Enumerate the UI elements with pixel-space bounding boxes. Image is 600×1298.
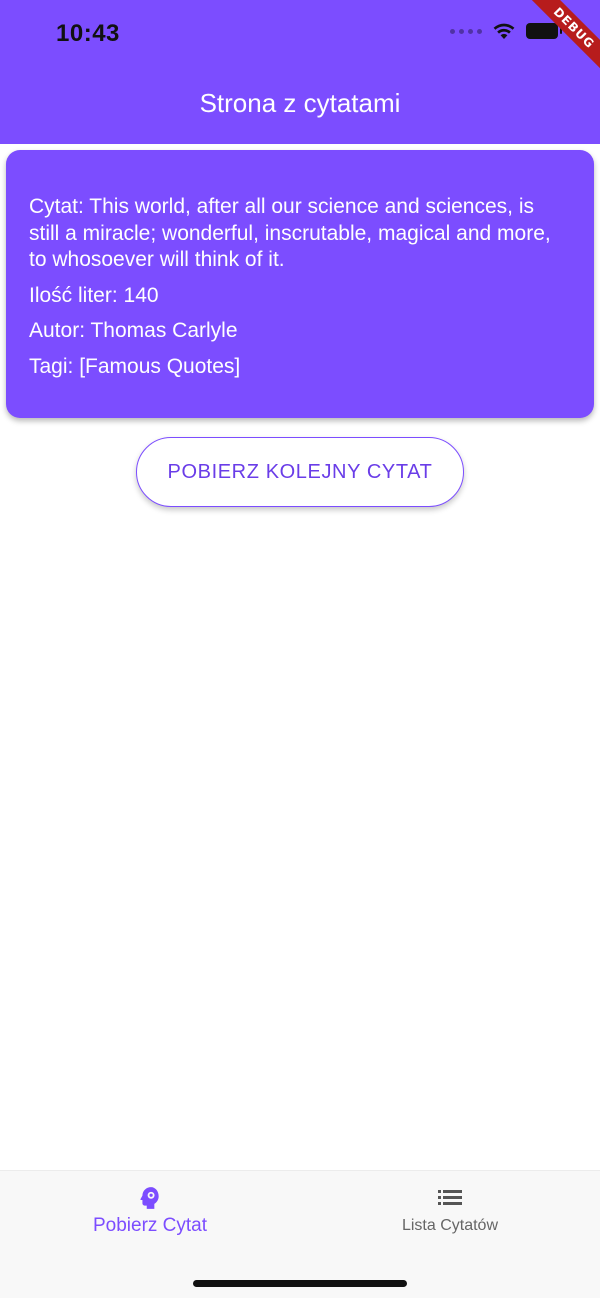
psychology-head-icon [140,1187,159,1209]
nav-item-get-quote[interactable]: Pobierz Cytat [0,1185,300,1237]
list-icon [438,1190,462,1205]
signal-icon [450,28,482,34]
quote-text: Cytat: This world, after all our science… [29,195,551,271]
bottom-navigation: Pobierz Cytat Lista Cytatów [0,1170,600,1298]
home-indicator[interactable] [193,1280,407,1287]
nav-label-quote-list: Lista Cytatów [401,1217,499,1234]
letter-count: Ilość liter: 140 [29,283,159,307]
status-time: 10:43 [56,20,120,47]
quote-card: Cytat: This world, after all our science… [6,150,594,418]
nav-item-quote-list[interactable]: Lista Cytatów [300,1185,600,1235]
status-icons [450,22,562,40]
app-bar: 10:43 DEBUG Strona z cytatami [0,0,600,144]
wifi-icon [493,23,515,39]
nav-label-get-quote: Pobierz Cytat [92,1215,208,1236]
battery-icon [526,23,562,39]
quote-tags: Tagi: [Famous Quotes] [29,354,241,378]
quote-author: Autor: Thomas Carlyle [29,319,238,342]
page-title: Strona z cytatami [199,88,401,118]
next-quote-button[interactable]: POBIERZ KOLEJNY CYTAT [136,437,464,507]
